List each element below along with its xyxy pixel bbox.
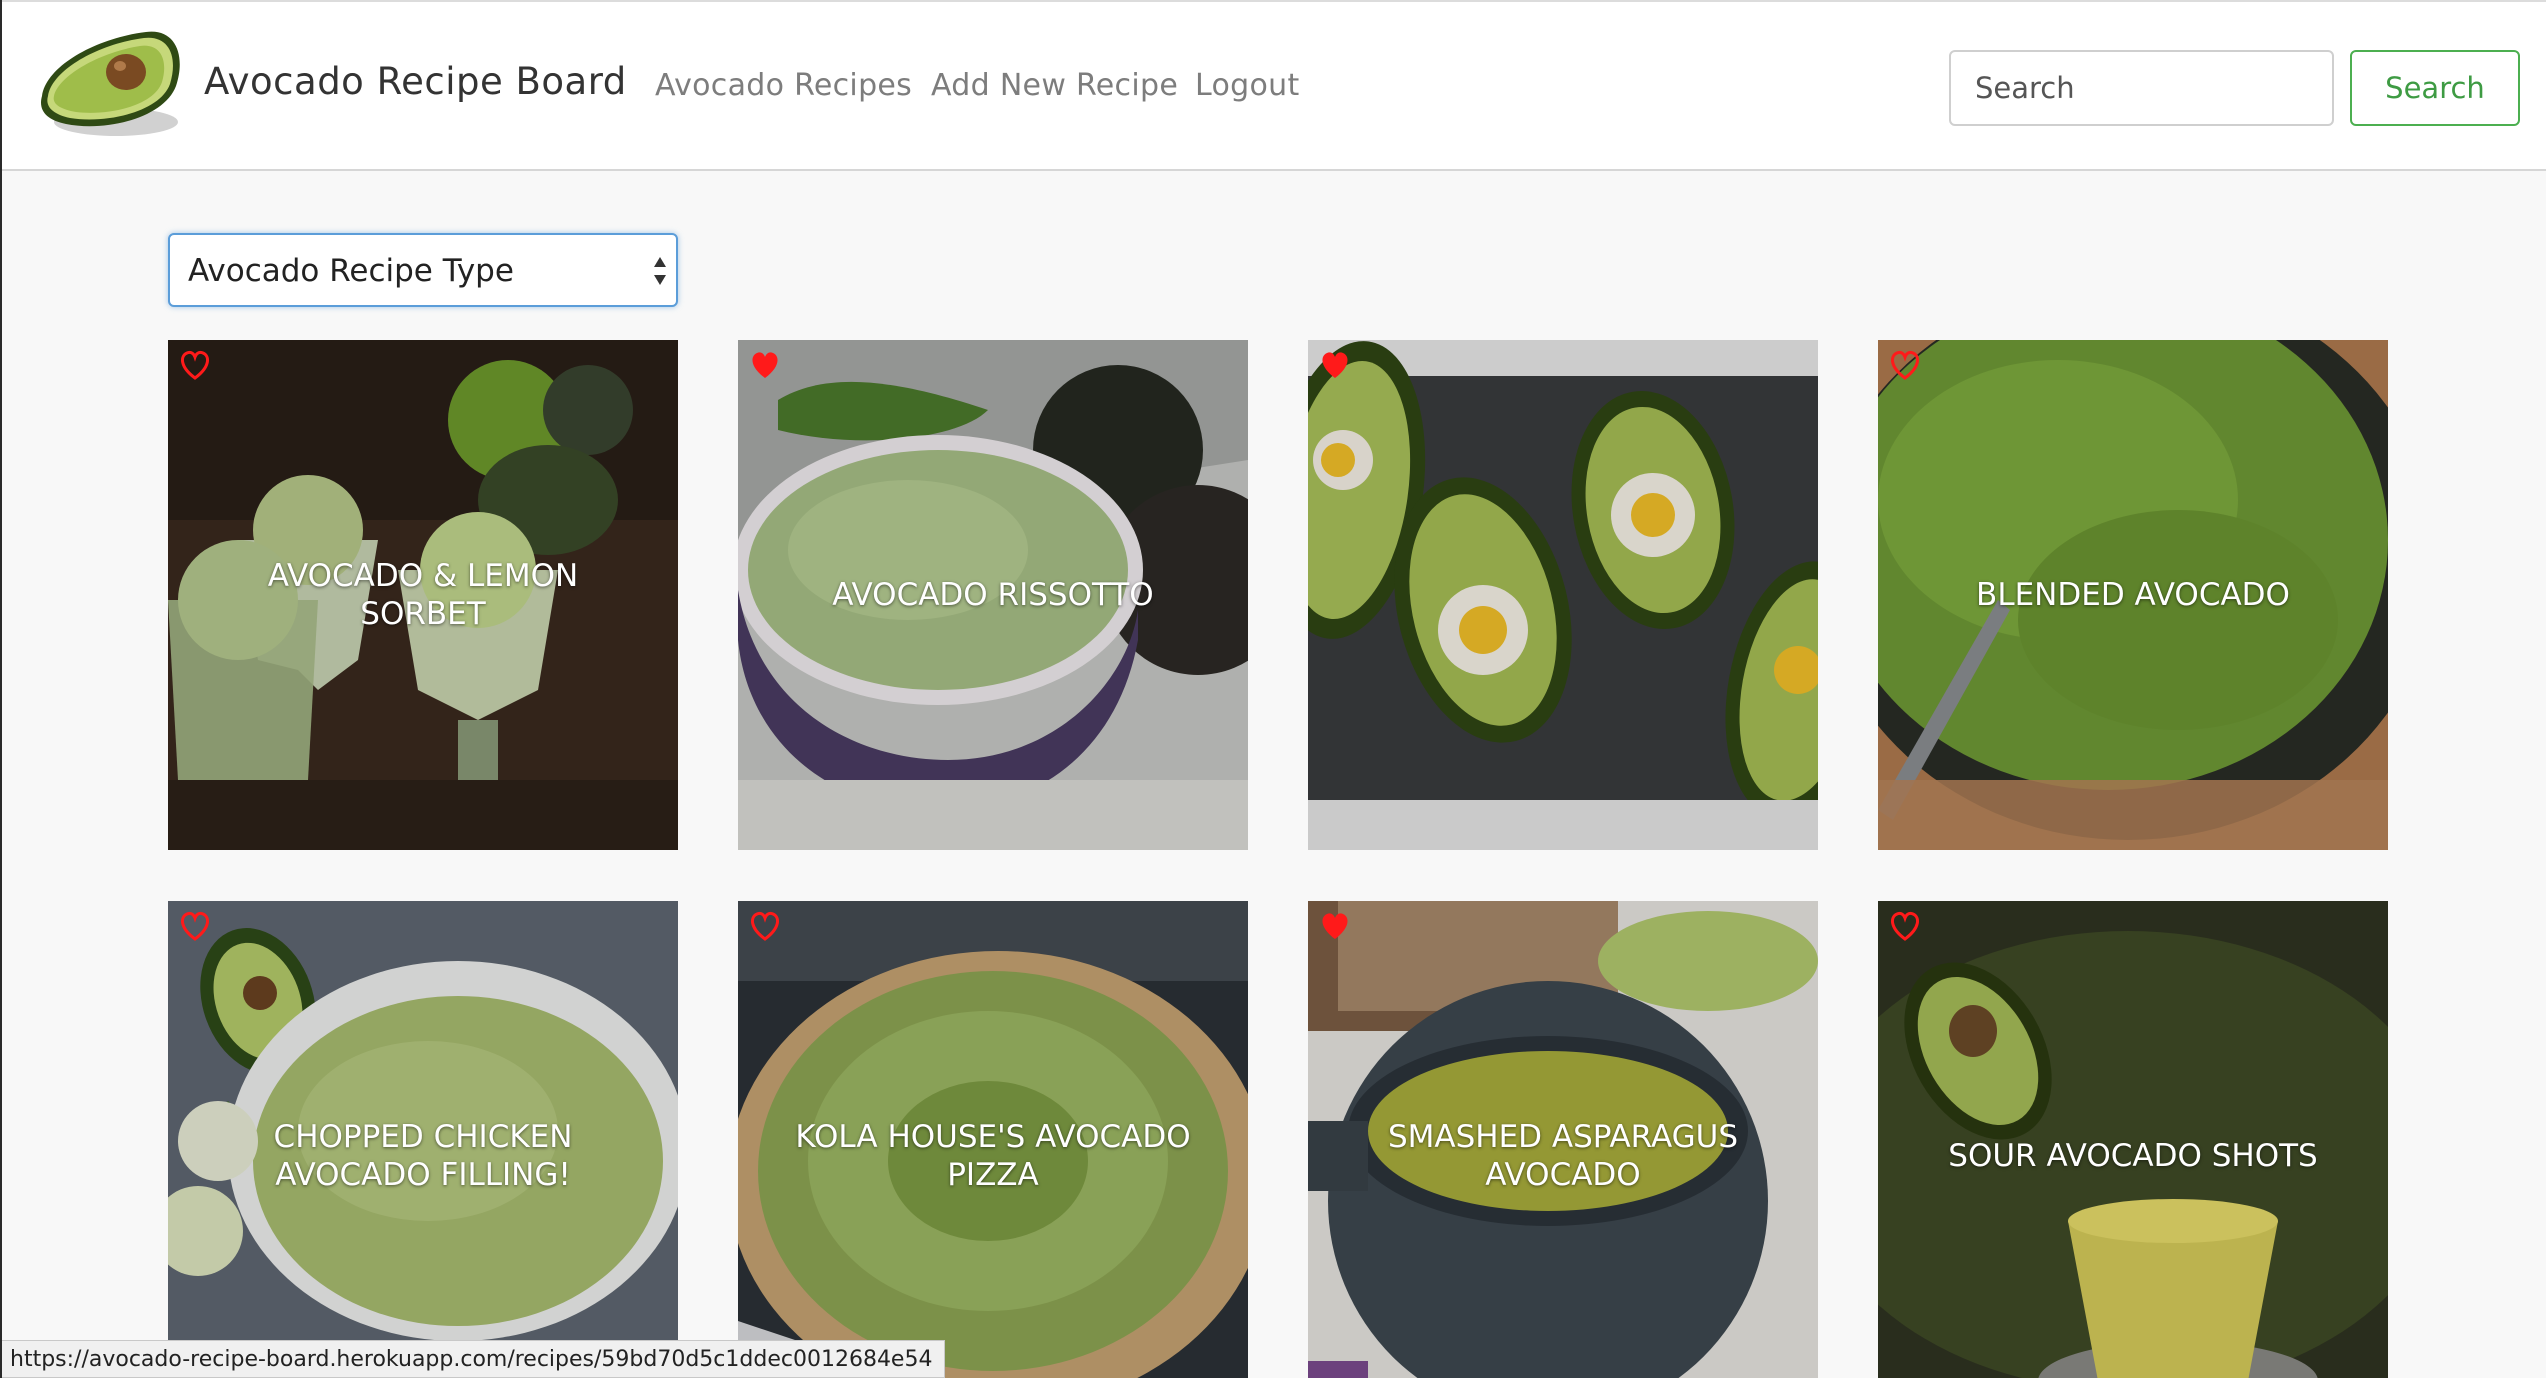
- recipe-title[interactable]: [1328, 340, 1798, 850]
- nav-link-logout[interactable]: Logout: [1195, 68, 1300, 103]
- heart-filled-icon[interactable]: [1318, 350, 1352, 380]
- recipe-card[interactable]: CHOPPED CHICKEN AVOCADO FILLING!: [168, 901, 678, 1378]
- recipe-card[interactable]: SMASHED ASPARAGUS AVOCADO: [1308, 901, 1818, 1378]
- heart-outline-icon[interactable]: [178, 911, 212, 941]
- recipe-card[interactable]: SOUR AVOCADO SHOTS: [1878, 901, 2388, 1378]
- brand-title[interactable]: Avocado Recipe Board: [204, 60, 627, 103]
- recipe-card[interactable]: KOLA HOUSE'S AVOCADO PIZZA: [738, 901, 1248, 1378]
- recipe-title[interactable]: SMASHED ASPARAGUS AVOCADO: [1328, 901, 1798, 1378]
- recipe-card[interactable]: AVOCADO RISSOTTO: [738, 340, 1248, 850]
- heart-outline-icon[interactable]: [1888, 911, 1922, 941]
- heart-outline-icon[interactable]: [178, 350, 212, 380]
- recipe-card[interactable]: [1308, 340, 1818, 850]
- heart-filled-icon[interactable]: [748, 350, 782, 380]
- nav-link-avocado-recipes[interactable]: Avocado Recipes: [655, 68, 912, 103]
- recipe-title[interactable]: BLENDED AVOCADO: [1898, 340, 2368, 850]
- recipe-title[interactable]: AVOCADO RISSOTTO: [758, 340, 1228, 850]
- status-bar-url: https://avocado-recipe-board.herokuapp.c…: [2, 1340, 946, 1378]
- search-button[interactable]: Search: [2350, 50, 2520, 126]
- avocado-logo-icon[interactable]: [36, 26, 188, 148]
- heart-outline-icon[interactable]: [1888, 350, 1922, 380]
- heart-filled-icon[interactable]: [1318, 911, 1352, 941]
- heart-outline-icon[interactable]: [748, 911, 782, 941]
- nav-link-add-new-recipe[interactable]: Add New Recipe: [931, 68, 1178, 103]
- recipe-title[interactable]: KOLA HOUSE'S AVOCADO PIZZA: [758, 901, 1228, 1378]
- select-arrows-icon: [654, 257, 666, 285]
- top-navbar: Avocado Recipe Board Avocado Recipes Add…: [2, 0, 2546, 171]
- recipe-card[interactable]: AVOCADO & LEMON SORBET: [168, 340, 678, 850]
- recipe-type-select[interactable]: Avocado Recipe Type: [168, 233, 678, 307]
- recipe-title[interactable]: AVOCADO & LEMON SORBET: [188, 340, 658, 850]
- recipe-card[interactable]: BLENDED AVOCADO: [1878, 340, 2388, 850]
- recipe-title[interactable]: CHOPPED CHICKEN AVOCADO FILLING!: [188, 901, 658, 1378]
- recipe-type-select-value: Avocado Recipe Type: [188, 253, 514, 289]
- search-input[interactable]: [1949, 50, 2334, 126]
- recipe-title[interactable]: SOUR AVOCADO SHOTS: [1898, 901, 2368, 1378]
